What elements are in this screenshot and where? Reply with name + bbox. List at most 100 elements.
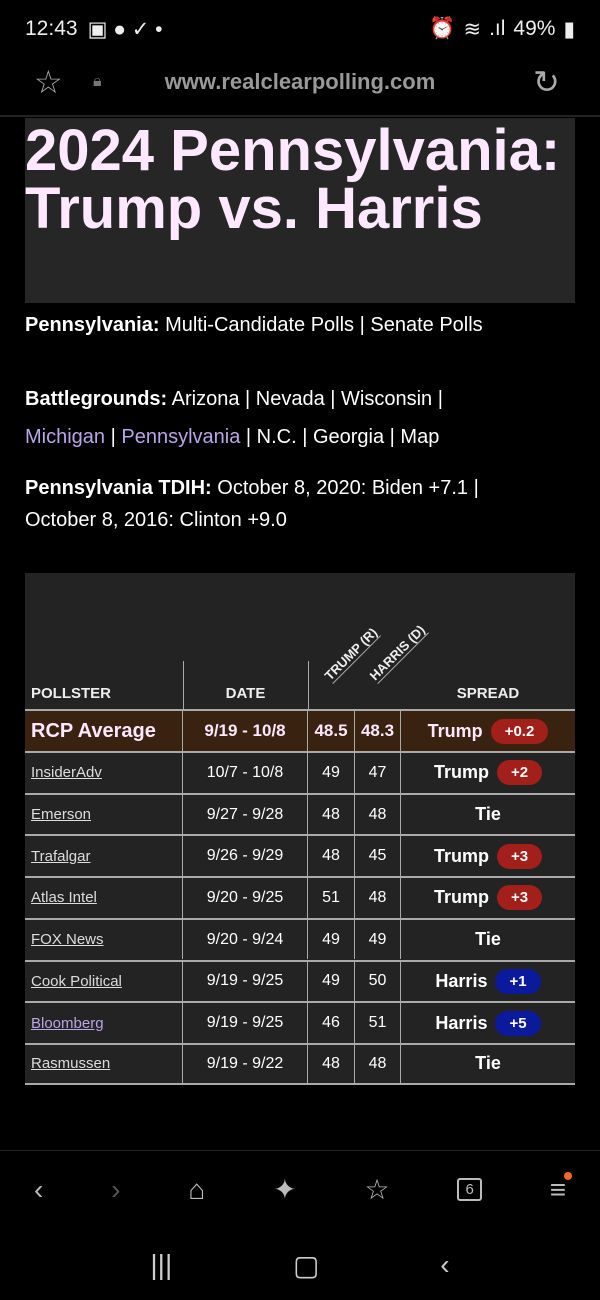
battery-percent: 49%	[513, 17, 556, 40]
link-pennsylvania[interactable]: Pennsylvania	[121, 426, 240, 448]
trump-value: 48	[308, 1044, 355, 1083]
spread-badge: +1	[495, 968, 541, 994]
link-georgia[interactable]: Georgia	[313, 426, 384, 448]
harris-value: 48	[355, 1044, 401, 1083]
url-text[interactable]: www.realclearpolling.com	[0, 69, 600, 95]
trump-value: 48	[308, 836, 355, 877]
trump-value: 49	[308, 753, 355, 793]
pollster-link[interactable]: Cook Political	[31, 973, 122, 990]
date: 9/19 - 9/25	[183, 1003, 308, 1043]
link-multi-candidate[interactable]: Multi-Candidate Polls	[165, 314, 354, 336]
pennsylvania-links: Pennsylvania: Multi-Candidate Polls | Se…	[25, 314, 483, 336]
date: 9/19 - 9/25	[183, 961, 308, 1002]
bookmarks-icon[interactable]: ☆	[364, 1173, 389, 1206]
trump-value: 48.5	[308, 711, 355, 751]
date: 9/19 - 9/22	[183, 1044, 308, 1083]
spread-badge: +5	[495, 1010, 541, 1036]
recents-icon[interactable]: |||	[150, 1249, 172, 1281]
harris-value: 49	[355, 919, 401, 960]
spread-leader: Trump	[433, 887, 489, 908]
menu-icon[interactable]: ≡	[550, 1171, 573, 1206]
sparkle-icon[interactable]: ✦	[273, 1173, 296, 1206]
signal-icon: .ıl	[489, 17, 506, 40]
header-spread: SPREAD	[456, 685, 520, 702]
header-pollster: POLLSTER	[31, 685, 112, 702]
link-nevada[interactable]: Nevada	[256, 388, 325, 410]
pollster-link[interactable]: FOX News	[31, 931, 104, 948]
pollster-link[interactable]: Trafalgar	[31, 848, 90, 865]
battleground-links: Battlegrounds: Arizona | Nevada | Wiscon…	[25, 388, 443, 448]
link-senate-polls[interactable]: Senate Polls	[370, 314, 482, 336]
clock: 12:43	[25, 17, 78, 40]
link-nc[interactable]: N.C.	[257, 426, 297, 448]
date: 9/20 - 9/25	[183, 878, 308, 918]
label: Battlegrounds:	[25, 388, 168, 410]
status-bar: 12:43 ▣ ● ✓ • ⏰ ≋ .ıl 49% ▮	[25, 14, 575, 44]
divider	[0, 115, 600, 117]
link-tdih-2016[interactable]: October 8, 2016: Clinton +9.0	[25, 509, 287, 531]
table-row: Bloomberg 9/19 - 9/25 46 51 Harris +5	[25, 1001, 575, 1043]
header-date: DATE	[225, 685, 266, 702]
pollster-name: RCP Average	[31, 719, 156, 742]
browser-url-bar[interactable]: ☆ 🔒︎ www.realclearpolling.com ↻	[0, 56, 600, 108]
spread-badge: +3	[496, 843, 543, 869]
forward-icon[interactable]: ›	[111, 1174, 120, 1206]
table-row: Rasmussen 9/19 - 9/22 48 48 Tie	[25, 1042, 575, 1085]
date: 9/27 - 9/28	[183, 794, 308, 835]
trump-value: 48	[308, 794, 355, 835]
back-icon[interactable]: ‹	[34, 1174, 43, 1206]
battery-icon: ▮	[563, 17, 575, 41]
link-wisconsin[interactable]: Wisconsin	[341, 388, 432, 410]
pollster-link[interactable]: Emerson	[31, 806, 91, 823]
link-map[interactable]: Map	[400, 426, 439, 448]
table-row: InsiderAdv 10/7 - 10/8 49 47 Trump +2	[25, 751, 575, 793]
reload-icon[interactable]: ↻	[533, 63, 560, 101]
alarm-icon: ⏰	[429, 17, 456, 40]
table-row: Emerson 9/27 - 9/28 48 48 Tie	[25, 792, 575, 835]
harris-value: 45	[355, 836, 401, 877]
date: 9/19 - 10/8	[183, 711, 308, 751]
link-tdih-2020[interactable]: October 8, 2020: Biden +7.1	[217, 477, 468, 499]
trump-value: 46	[308, 1003, 355, 1043]
spread-leader: Tie	[475, 804, 501, 825]
back-system-icon[interactable]: ‹	[440, 1249, 449, 1281]
date: 9/20 - 9/24	[183, 919, 308, 960]
label: Pennsylvania:	[25, 314, 160, 336]
link-arizona[interactable]: Arizona	[172, 388, 240, 410]
trump-value: 51	[308, 878, 355, 918]
spread-leader: Harris	[435, 970, 488, 991]
harris-value: 51	[355, 1003, 401, 1043]
date: 10/7 - 10/8	[183, 753, 308, 793]
spread-leader: Tie	[475, 929, 501, 950]
spread-leader: Harris	[435, 1012, 488, 1033]
wifi-icon: ≋	[463, 17, 482, 41]
tabs-button[interactable]: 6	[457, 1178, 482, 1201]
browser-toolbar: ‹ › ⌂ ✦ ☆ 6 ≡	[0, 1150, 600, 1228]
rcp-average-row: RCP Average 9/19 - 10/8 48.5 48.3 Trump +0.2	[25, 709, 575, 751]
harris-value: 47	[355, 753, 401, 793]
tdih: Pennsylvania TDIH: October 8, 2020: Bide…	[25, 477, 479, 531]
harris-value: 48	[355, 878, 401, 918]
harris-value: 48.3	[355, 711, 401, 751]
pollster-link[interactable]: Atlas Intel	[31, 889, 97, 906]
table-row: Atlas Intel 9/20 - 9/25 51 48 Trump +3	[25, 876, 575, 918]
pollster-link[interactable]: Bloomberg	[31, 1015, 104, 1032]
polls-table: POLLSTER DATE TRUMP (R) HARRIS (D) SPREA…	[25, 573, 575, 1085]
notification-icons: ▣ ● ✓ •	[87, 17, 163, 41]
spread-leader: Tie	[475, 1053, 501, 1074]
spread-leader: Trump	[433, 845, 489, 866]
table-row: Cook Political 9/19 - 9/25 49 50 Harris +1	[25, 959, 575, 1002]
table-row: Trafalgar 9/26 - 9/29 48 45 Trump +3	[25, 834, 575, 877]
label: Pennsylvania TDIH:	[25, 477, 212, 499]
spread-badge: +3	[496, 885, 543, 911]
spread-leader: Trump	[427, 720, 483, 741]
home-icon[interactable]: ⌂	[188, 1174, 205, 1206]
pollster-link[interactable]: Rasmussen	[31, 1055, 110, 1072]
home-button-icon[interactable]: ▢	[293, 1249, 319, 1282]
pollster-link[interactable]: InsiderAdv	[31, 764, 102, 781]
link-michigan[interactable]: Michigan	[25, 426, 105, 448]
harris-value: 48	[355, 794, 401, 835]
table-row: FOX News 9/20 - 9/24 49 49 Tie	[25, 917, 575, 960]
harris-value: 50	[355, 961, 401, 1002]
spread-leader: Trump	[433, 762, 489, 783]
